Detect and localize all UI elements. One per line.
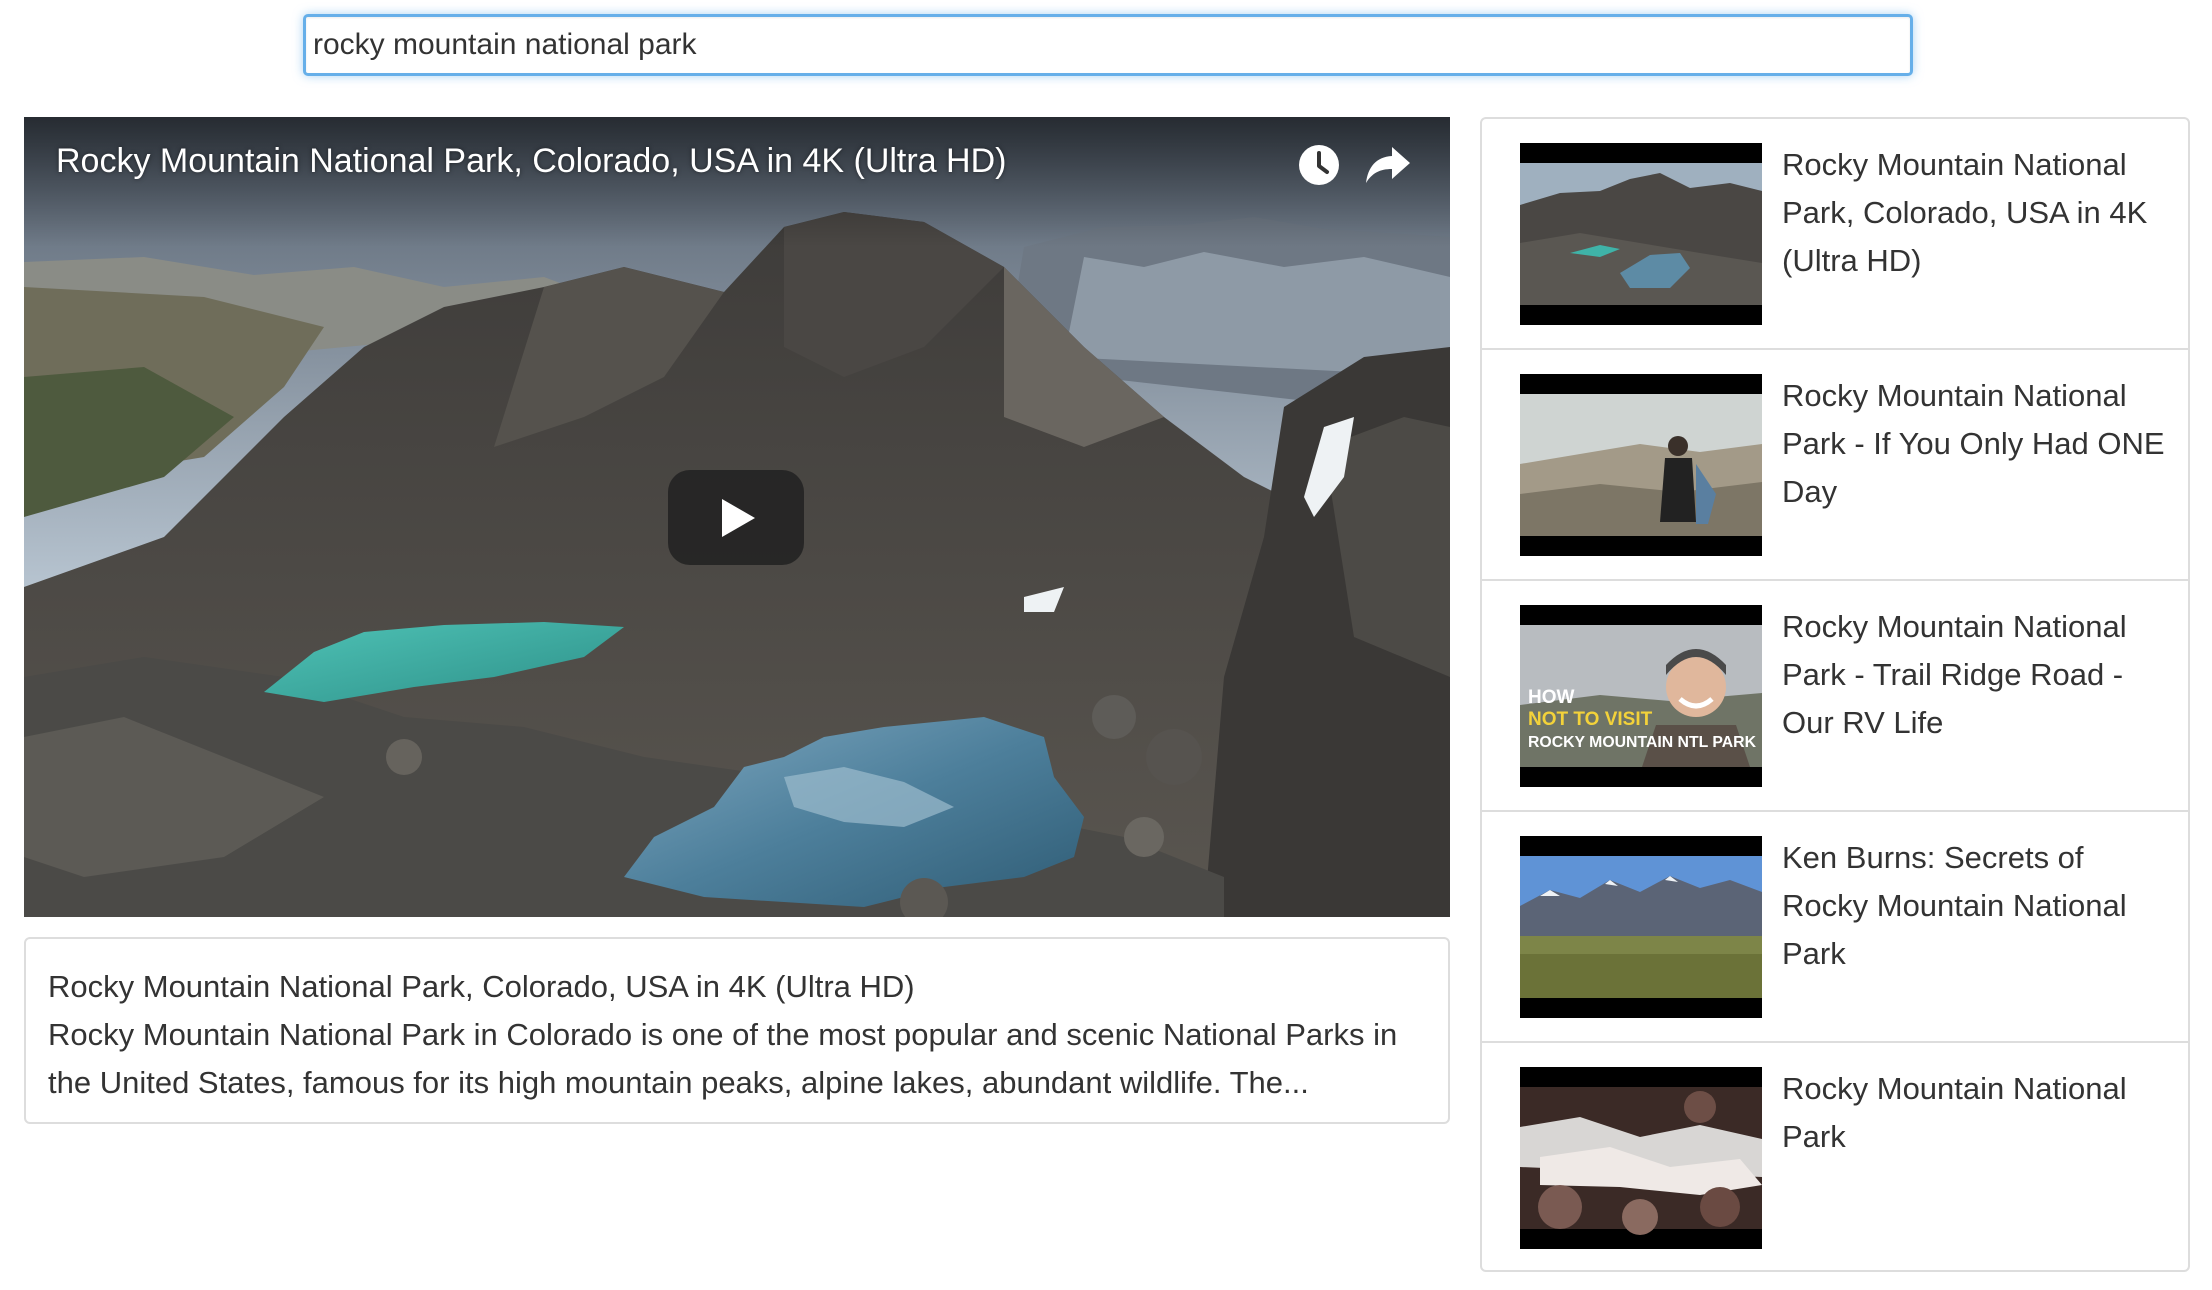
play-icon: [722, 499, 755, 537]
video-title[interactable]: Rocky Mountain National Park - If You On…: [1782, 372, 2172, 516]
play-button[interactable]: [668, 470, 804, 565]
video-title[interactable]: Ken Burns: Secrets of Rocky Mountain Nat…: [1782, 834, 2172, 978]
thumbnail-text-line-2: NOT TO VISIT: [1528, 709, 1653, 730]
player-top-bar: [24, 117, 1450, 247]
clock-icon[interactable]: [1296, 142, 1342, 188]
search-bar: [303, 14, 1913, 76]
video-thumbnail[interactable]: [1520, 1067, 1762, 1249]
player-title[interactable]: Rocky Mountain National Park, Colorado, …: [56, 142, 1007, 181]
video-title[interactable]: Rocky Mountain National Park - Trail Rid…: [1782, 603, 2172, 747]
thumbnail-text-line-1: HOW: [1528, 687, 1575, 708]
list-item[interactable]: HOW NOT TO VISIT ROCKY MOUNTAIN NTL PARK…: [1482, 581, 2188, 812]
video-player[interactable]: Rocky Mountain National Park, Colorado, …: [24, 117, 1450, 917]
video-title[interactable]: Rocky Mountain National Park: [1782, 1065, 2172, 1161]
list-item[interactable]: Rocky Mountain National Park, Colorado, …: [1482, 119, 2188, 350]
list-item[interactable]: Ken Burns: Secrets of Rocky Mountain Nat…: [1482, 812, 2188, 1043]
search-input[interactable]: [303, 14, 1913, 76]
description-title: Rocky Mountain National Park, Colorado, …: [48, 969, 915, 1004]
video-thumbnail[interactable]: [1520, 374, 1762, 556]
list-item[interactable]: Rocky Mountain National Park: [1482, 1043, 2188, 1270]
share-arrow-icon[interactable]: [1364, 143, 1412, 187]
list-item[interactable]: Rocky Mountain National Park - If You On…: [1482, 350, 2188, 581]
description-text: Rocky Mountain National Park in Colorado…: [48, 1017, 1398, 1100]
video-thumbnail[interactable]: [1520, 836, 1762, 1018]
video-description-panel: Rocky Mountain National Park, Colorado, …: [24, 937, 1450, 1124]
video-title[interactable]: Rocky Mountain National Park, Colorado, …: [1782, 141, 2172, 285]
thumbnail-text-line-3: ROCKY MOUNTAIN NTL PARK: [1528, 734, 1756, 751]
video-thumbnail[interactable]: HOW NOT TO VISIT ROCKY MOUNTAIN NTL PARK: [1520, 605, 1762, 787]
video-thumbnail[interactable]: [1520, 143, 1762, 325]
related-videos-list: Rocky Mountain National Park, Colorado, …: [1480, 117, 2190, 1272]
